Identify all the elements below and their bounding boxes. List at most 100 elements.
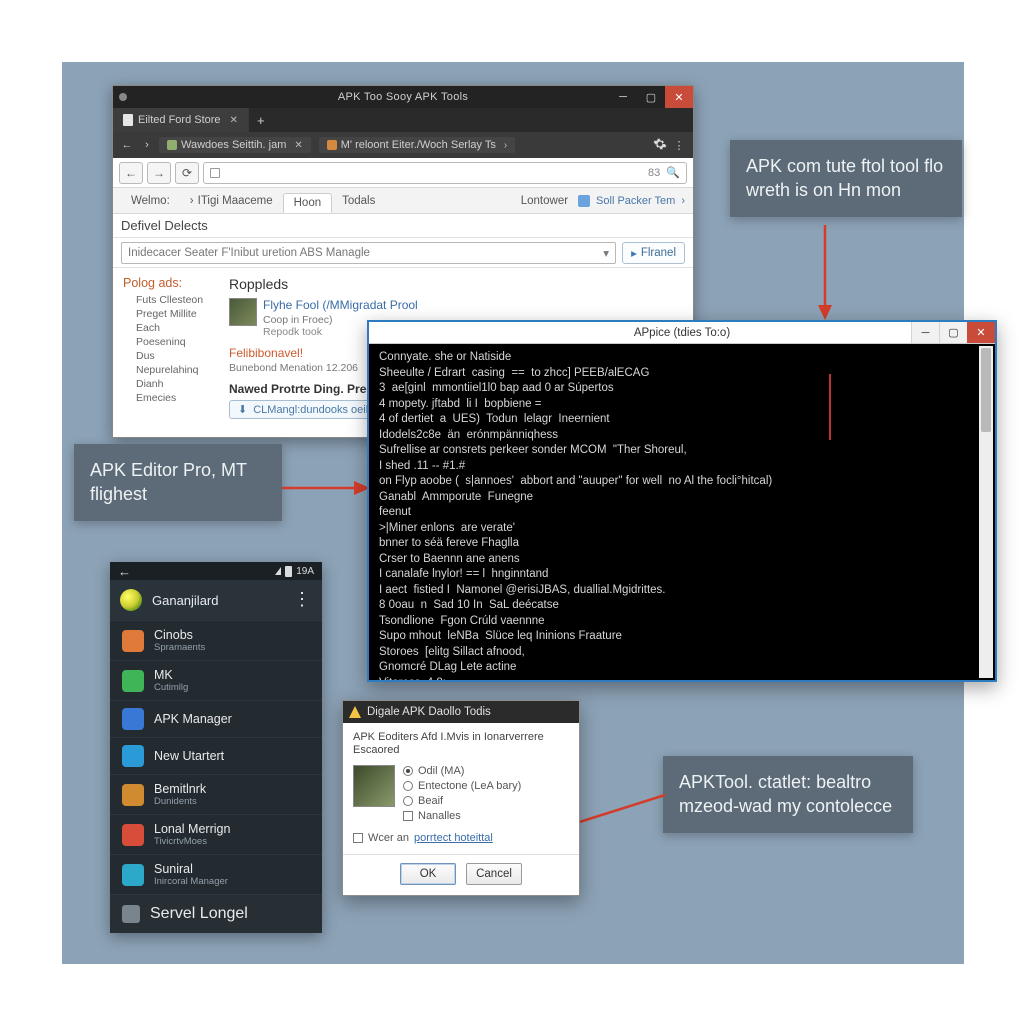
- app-title: New Utartert: [154, 749, 224, 763]
- android-app-item[interactable]: CinobsSpramaents: [110, 620, 322, 660]
- new-tab-button[interactable]: +: [249, 108, 273, 132]
- terminal-line: Connyate. she or Natiside: [379, 350, 985, 366]
- scrollbar-thumb[interactable]: [981, 348, 991, 432]
- back-icon[interactable]: ←: [119, 139, 135, 151]
- terminal-line: Vitaress 4.8;: [379, 676, 985, 680]
- sidebar-link[interactable]: Emecies: [136, 392, 211, 404]
- nav-back-button[interactable]: ←: [119, 162, 143, 184]
- nav-forward-button[interactable]: →: [147, 162, 171, 184]
- android-footer[interactable]: Servel Longel: [110, 894, 322, 933]
- option-label: Nanalles: [418, 810, 461, 822]
- menubar-right-link[interactable]: Soll Packer Tem: [596, 195, 675, 207]
- sub-tab[interactable]: M' reloont Eiter./Woch Serlay Ts ›: [319, 137, 516, 153]
- sidebar-link[interactable]: Each: [136, 322, 211, 334]
- menubar-item[interactable]: Lontower: [511, 191, 578, 211]
- app-icon: [119, 93, 127, 101]
- android-app-item[interactable]: BemitlnrkDunidents: [110, 774, 322, 814]
- checkbox-icon: [353, 833, 363, 843]
- app-title: Bemitlnrk: [154, 782, 206, 796]
- tab-label: Eilted Ford Store: [138, 114, 221, 126]
- signal-icon: [275, 567, 281, 575]
- download-icon: ⬇: [238, 403, 247, 416]
- sidebar-link[interactable]: Dianh: [136, 378, 211, 390]
- cancel-button[interactable]: Cancel: [466, 863, 522, 885]
- sidebar-link[interactable]: Dus: [136, 350, 211, 362]
- close-button[interactable]: ✕: [665, 86, 693, 108]
- maximize-button[interactable]: ▢: [637, 86, 665, 108]
- download-label: CLMangl:dundooks oeil: [253, 404, 368, 416]
- terminal-line: bnner to séä fereve Fhaglla: [379, 536, 985, 552]
- close-button[interactable]: ✕: [967, 322, 995, 343]
- menubar-item[interactable]: Welmo:: [121, 191, 180, 211]
- settings-gear-icon[interactable]: [653, 137, 667, 154]
- post-link[interactable]: Flyhe Fool (/MMigradat Prool: [263, 298, 418, 312]
- android-username: Gananjilard: [152, 593, 283, 608]
- radio-option[interactable]: Entectone (LeA bary): [403, 780, 521, 792]
- terminal-body[interactable]: Connyate. she or NatisideSheeulte / Edra…: [369, 344, 995, 680]
- nav-reload-button[interactable]: ⟳: [175, 162, 199, 184]
- minimize-button[interactable]: ─: [911, 322, 939, 343]
- sub-tab[interactable]: Wawdoes Seittih. jam ✕: [159, 137, 311, 153]
- dialog-lower-row[interactable]: Wcer an porrtect hoteittal: [353, 832, 569, 844]
- url-badge: 83: [648, 167, 660, 179]
- terminal-titlebar[interactable]: APpice (tdies To:o) ─ ▢ ✕: [369, 322, 995, 344]
- overflow-menu-icon[interactable]: ⋮: [293, 596, 312, 603]
- menubar-item[interactable]: › ITigi Maaceme: [180, 191, 283, 211]
- tab-close-icon[interactable]: ✕: [230, 115, 238, 126]
- android-app-item[interactable]: Lonal MerrignTivicrtvMoes: [110, 814, 322, 854]
- maximize-button[interactable]: ▢: [939, 322, 967, 343]
- radio-option[interactable]: Beaif: [403, 795, 521, 807]
- sidebar-link[interactable]: Poeseninq: [136, 336, 211, 348]
- download-button[interactable]: ⬇ CLMangl:dundooks oeil: [229, 400, 377, 419]
- sidebar-link[interactable]: Nepurelahinq: [136, 364, 211, 376]
- app-subtitle: TivicrtvMoes: [154, 836, 230, 847]
- terminal-line: Tsondlione Fgon Crúld vaennne: [379, 614, 985, 630]
- dialog-link[interactable]: porrtect hoteittal: [414, 832, 493, 844]
- browser-sub-tabbar: ← › Wawdoes Seittih. jam ✕ M' reloont Ei…: [113, 132, 693, 158]
- browser-tab[interactable]: Eilted Ford Store ✕: [113, 108, 249, 132]
- callout-bottom-right: APKTool. ctatlet: bealtro mzeod-wad my c…: [663, 756, 913, 833]
- app-title: Suniral: [154, 862, 228, 876]
- lower-check-label: Wcer an: [368, 832, 409, 844]
- dialog-body: APK Eoditers Afd I.Mvis in Ionarverrere …: [343, 723, 579, 854]
- chevron-down-icon: ▾: [603, 246, 609, 260]
- page-sidebar: Polog ads: Futs Cllesteon Preget Millite E…: [113, 268, 219, 437]
- radio-option[interactable]: Odil (MA): [403, 765, 521, 777]
- sidebar-title: Polog ads:: [123, 276, 211, 290]
- url-input[interactable]: 83 🔍: [203, 162, 687, 184]
- filter-row: Inidecacer Seater F'Inibut uretion ABS M…: [113, 238, 693, 268]
- back-arrow-icon[interactable]: ←: [118, 564, 131, 579]
- dialog-titlebar[interactable]: Digale APK Daollo Todis: [343, 701, 579, 723]
- sub-tab-close-icon[interactable]: ›: [504, 140, 507, 151]
- lock-icon: [210, 168, 220, 178]
- android-app-item[interactable]: APK Manager: [110, 700, 322, 737]
- footer-label: Servel Longel: [150, 905, 248, 923]
- scrollbar[interactable]: [979, 346, 993, 678]
- android-app-item[interactable]: SuniralInircoral Manager: [110, 854, 322, 894]
- terminal-line: Gnomcré DLag Lete actine: [379, 660, 985, 676]
- browser-titlebar[interactable]: APK Too Sooy APK Tools ─ ▢ ✕: [113, 86, 693, 108]
- menubar-item-active[interactable]: Hoon: [283, 193, 333, 213]
- arrow-icon: [282, 478, 372, 498]
- minimize-button[interactable]: ─: [609, 86, 637, 108]
- sub-tab-close-icon[interactable]: ✕: [294, 140, 302, 151]
- app-subtitle: Spramaents: [154, 642, 205, 653]
- app-icon: [122, 824, 144, 846]
- ok-button[interactable]: OK: [400, 863, 456, 885]
- sidebar-link[interactable]: Futs Cllesteon: [136, 294, 211, 306]
- option-label: Beaif: [418, 795, 443, 807]
- menubar-item[interactable]: Todals: [332, 191, 385, 211]
- checkbox-option[interactable]: Nanalles: [403, 810, 521, 822]
- menu-icon[interactable]: ⋮: [671, 139, 687, 152]
- app-subtitle: Dunidents: [154, 796, 206, 807]
- android-app-item[interactable]: MKCutimllg: [110, 660, 322, 700]
- search-icon[interactable]: 🔍: [666, 166, 680, 179]
- android-app-item[interactable]: New Utartert: [110, 737, 322, 774]
- filter-button[interactable]: ▸ Flranel: [622, 242, 685, 264]
- app-title: MK: [154, 668, 188, 682]
- app-icon: [122, 784, 144, 806]
- forward-icon[interactable]: ›: [139, 139, 155, 151]
- filter-select[interactable]: Inidecacer Seater F'Inibut uretion ABS M…: [121, 242, 616, 264]
- sidebar-link[interactable]: Preget Millite: [136, 308, 211, 320]
- app-title: Lonal Merrign: [154, 822, 230, 836]
